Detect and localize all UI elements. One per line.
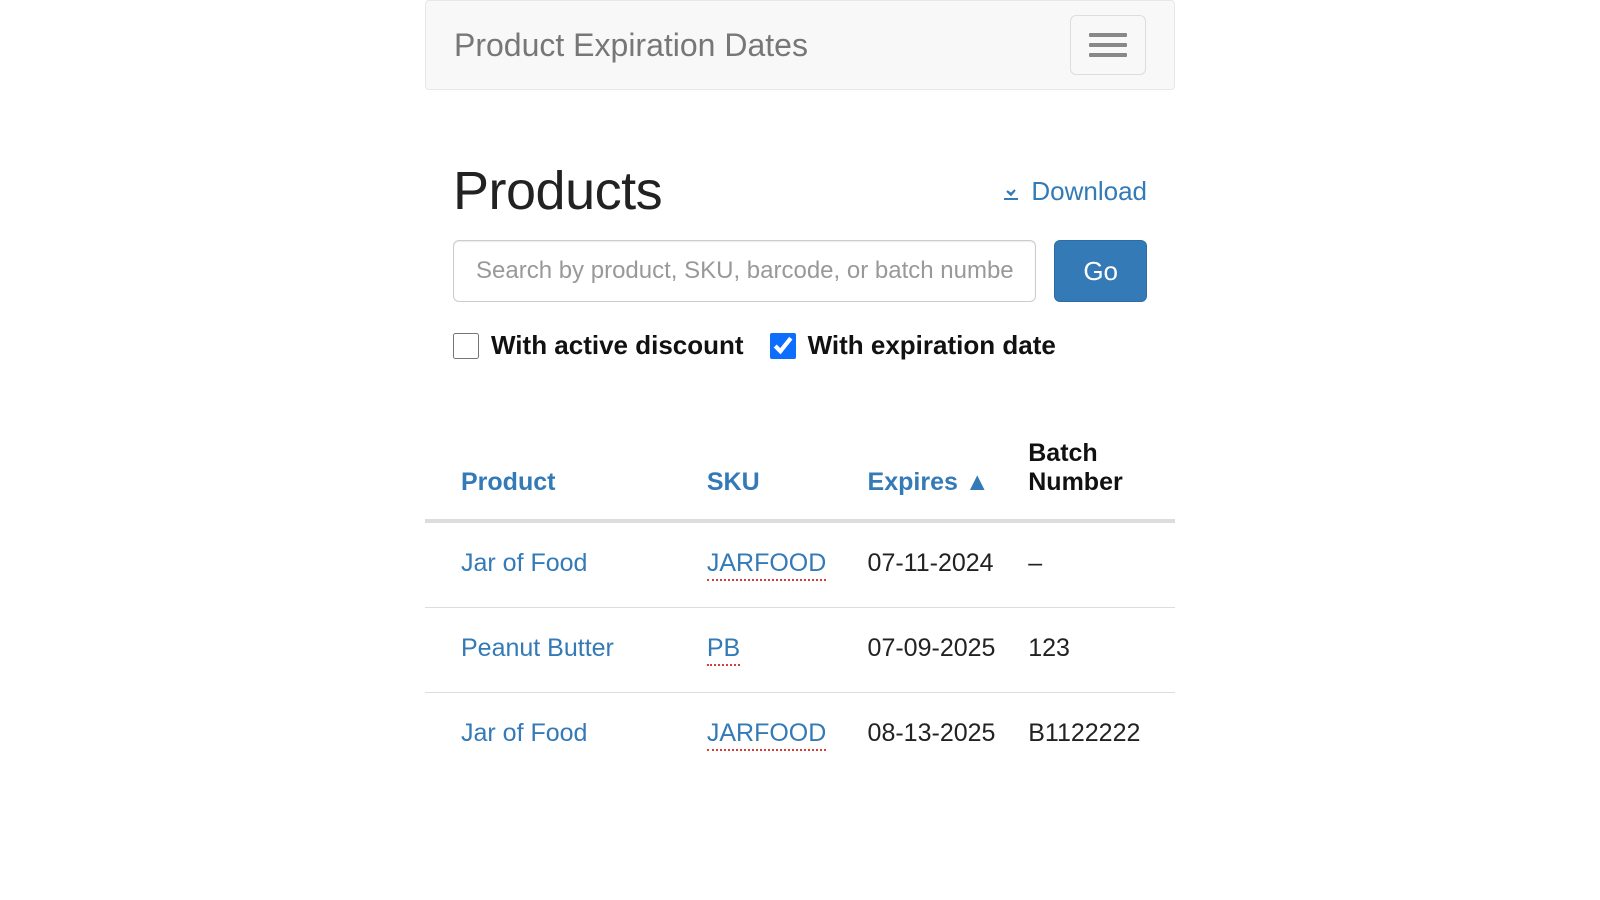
search-go-button[interactable]: Go: [1054, 240, 1147, 302]
batch-cell: 123: [1014, 608, 1175, 693]
batch-cell: B1122222: [1014, 693, 1175, 778]
table-row: Jar of Food JARFOOD 08-13-2025B1122222: [425, 693, 1175, 778]
active-discount-checkbox[interactable]: [453, 333, 479, 359]
table-row: Peanut Butter PB 07-09-2025123: [425, 608, 1175, 693]
expires-cell: 08-13-2025: [854, 693, 1015, 778]
expiration-date-checkbox[interactable]: [770, 333, 796, 359]
product-link[interactable]: Peanut Butter: [461, 634, 614, 662]
batch-cell: –: [1014, 521, 1175, 608]
product-link[interactable]: Jar of Food: [461, 549, 587, 577]
expiration-date-label: With expiration date: [808, 330, 1056, 361]
col-header-product[interactable]: Product: [425, 421, 693, 521]
active-discount-label: With active discount: [491, 330, 744, 361]
download-label: Download: [1031, 176, 1147, 207]
sku-link[interactable]: JARFOOD: [707, 549, 826, 581]
download-icon: [999, 179, 1023, 203]
sku-link[interactable]: PB: [707, 634, 740, 666]
filters-row: With active discount With expiration dat…: [425, 330, 1175, 361]
hamburger-icon: [1089, 43, 1127, 47]
menu-toggle-button[interactable]: [1070, 15, 1146, 75]
filter-expiration-date[interactable]: With expiration date: [770, 330, 1056, 361]
col-header-batch: Batch Number: [1014, 421, 1175, 521]
expires-cell: 07-11-2024: [854, 521, 1015, 608]
sku-link[interactable]: JARFOOD: [707, 719, 826, 751]
page-title: Products: [453, 160, 662, 222]
download-link[interactable]: Download: [999, 176, 1147, 207]
hamburger-icon: [1089, 33, 1127, 37]
page-header: Products Download: [425, 160, 1175, 222]
filter-active-discount[interactable]: With active discount: [453, 330, 744, 361]
table-header-row: Product SKU Expires ▲ Batch Number: [425, 421, 1175, 521]
app-title[interactable]: Product Expiration Dates: [454, 27, 808, 64]
search-row: Go: [425, 240, 1175, 302]
col-header-expires[interactable]: Expires ▲: [854, 421, 1015, 521]
col-header-sku[interactable]: SKU: [693, 421, 854, 521]
hamburger-icon: [1089, 53, 1127, 57]
search-input[interactable]: [453, 240, 1036, 302]
table-row: Jar of Food JARFOOD 07-11-2024–: [425, 521, 1175, 608]
products-table: Product SKU Expires ▲ Batch Number Jar o…: [425, 421, 1175, 777]
expires-cell: 07-09-2025: [854, 608, 1015, 693]
navbar: Product Expiration Dates: [425, 0, 1175, 90]
product-link[interactable]: Jar of Food: [461, 719, 587, 747]
